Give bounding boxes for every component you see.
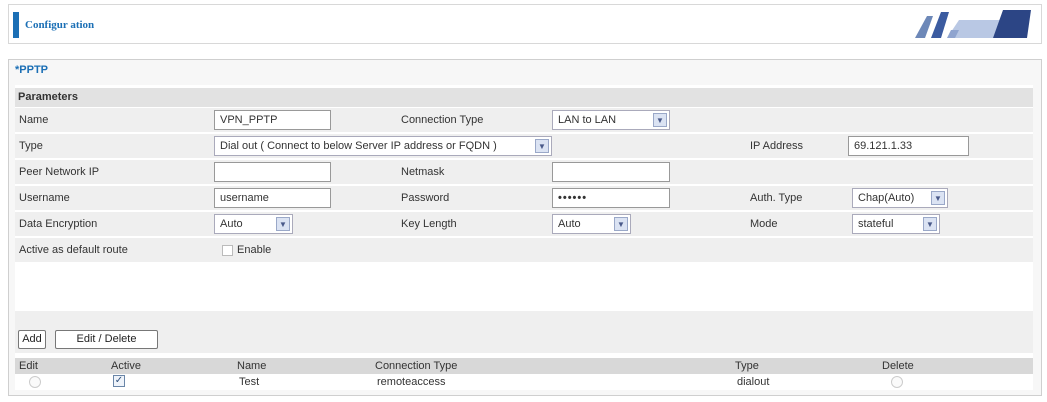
- col-active: Active: [111, 360, 141, 372]
- add-button[interactable]: Add: [18, 330, 46, 349]
- header-accent-bar: [13, 12, 19, 38]
- chevron-down-icon: ▼: [923, 217, 937, 231]
- default-route-label: Active as default route: [19, 244, 128, 256]
- col-name: Name: [237, 360, 267, 372]
- row-name: Test: [239, 376, 260, 388]
- form-row-peer: Peer Network IP Netmask: [15, 160, 1033, 184]
- enable-label: Enable: [237, 244, 272, 256]
- form-row-default-route: Active as default route Enable: [15, 238, 1033, 262]
- netmask-label: Netmask: [401, 166, 445, 178]
- action-bar: Add Edit / Delete: [15, 311, 1033, 353]
- ip-address-input[interactable]: 69.121.1.33: [848, 136, 969, 156]
- data-encryption-value: Auto: [220, 218, 243, 230]
- chevron-down-icon: ▼: [931, 191, 945, 205]
- chevron-down-icon: ▼: [653, 113, 667, 127]
- chevron-down-icon: ▼: [535, 139, 549, 153]
- auth-type-select[interactable]: Chap(Auto) ▼: [852, 188, 948, 208]
- col-edit: Edit: [19, 360, 38, 372]
- col-delete: Delete: [882, 360, 914, 372]
- row-connection-type: remoteaccess: [377, 376, 446, 388]
- panel-title: *PPTP: [15, 64, 49, 76]
- parameters-header: Parameters: [15, 88, 1033, 107]
- form-row-name: Name VPN_PPTP Connection Type LAN to LAN…: [15, 108, 1033, 132]
- auth-type-label: Auth. Type: [750, 192, 803, 204]
- key-length-label: Key Length: [401, 218, 457, 230]
- mode-select[interactable]: stateful ▼: [852, 214, 940, 234]
- netmask-input[interactable]: [552, 162, 670, 182]
- edit-delete-button[interactable]: Edit / Delete: [55, 330, 158, 349]
- name-input[interactable]: VPN_PPTP: [214, 110, 331, 130]
- type-select[interactable]: Dial out ( Connect to below Server IP ad…: [214, 136, 552, 156]
- pptp-panel: *PPTP Parameters Name VPN_PPTP Connectio…: [8, 59, 1042, 396]
- form-row-username: Username username Password •••••• Auth. …: [15, 186, 1033, 210]
- username-label: Username: [19, 192, 70, 204]
- type-value: Dial out ( Connect to below Server IP ad…: [220, 140, 497, 152]
- auth-type-value: Chap(Auto): [858, 192, 915, 204]
- chevron-down-icon: ▼: [276, 217, 290, 231]
- chevron-down-icon: ▼: [614, 217, 628, 231]
- connection-type-select[interactable]: LAN to LAN ▼: [552, 110, 670, 130]
- type-label: Type: [19, 140, 43, 152]
- table-row: ✓ Test remoteaccess dialout: [15, 374, 1033, 390]
- default-route-checkbox[interactable]: [222, 245, 233, 256]
- mode-value: stateful: [858, 218, 894, 230]
- name-label: Name: [19, 114, 49, 126]
- data-encryption-select[interactable]: Auto ▼: [214, 214, 293, 234]
- connection-type-label: Connection Type: [401, 114, 484, 126]
- panel-content: Parameters Name VPN_PPTP Connection Type…: [15, 85, 1033, 390]
- peer-network-ip-label: Peer Network IP: [19, 166, 100, 178]
- data-encryption-label: Data Encryption: [19, 218, 98, 230]
- password-input[interactable]: ••••••: [552, 188, 670, 208]
- col-type: Type: [735, 360, 759, 372]
- check-icon: ✓: [114, 375, 124, 386]
- form-row-encryption: Data Encryption Auto ▼ Key Length Auto ▼…: [15, 212, 1033, 236]
- peer-network-ip-input[interactable]: [214, 162, 331, 182]
- ip-address-label: IP Address: [750, 140, 803, 152]
- row-type: dialout: [737, 376, 770, 388]
- connections-table-header: Edit Active Name Connection Type Type De…: [15, 358, 1033, 374]
- username-input[interactable]: username: [214, 188, 331, 208]
- col-connection-type: Connection Type: [375, 360, 458, 372]
- password-label: Password: [401, 192, 450, 204]
- key-length-select[interactable]: Auto ▼: [552, 214, 631, 234]
- form-row-type: Type Dial out ( Connect to below Server …: [15, 134, 1033, 158]
- mode-label: Mode: [750, 218, 778, 230]
- active-checkbox[interactable]: ✓: [113, 375, 125, 387]
- page-header: Configur ation: [8, 4, 1042, 44]
- connection-type-value: LAN to LAN: [558, 114, 617, 126]
- key-length-value: Auto: [558, 218, 581, 230]
- edit-radio[interactable]: [29, 376, 41, 388]
- delete-radio[interactable]: [891, 376, 903, 388]
- page-title: Configur ation: [25, 19, 95, 31]
- header-logo-graphic: [915, 10, 1031, 38]
